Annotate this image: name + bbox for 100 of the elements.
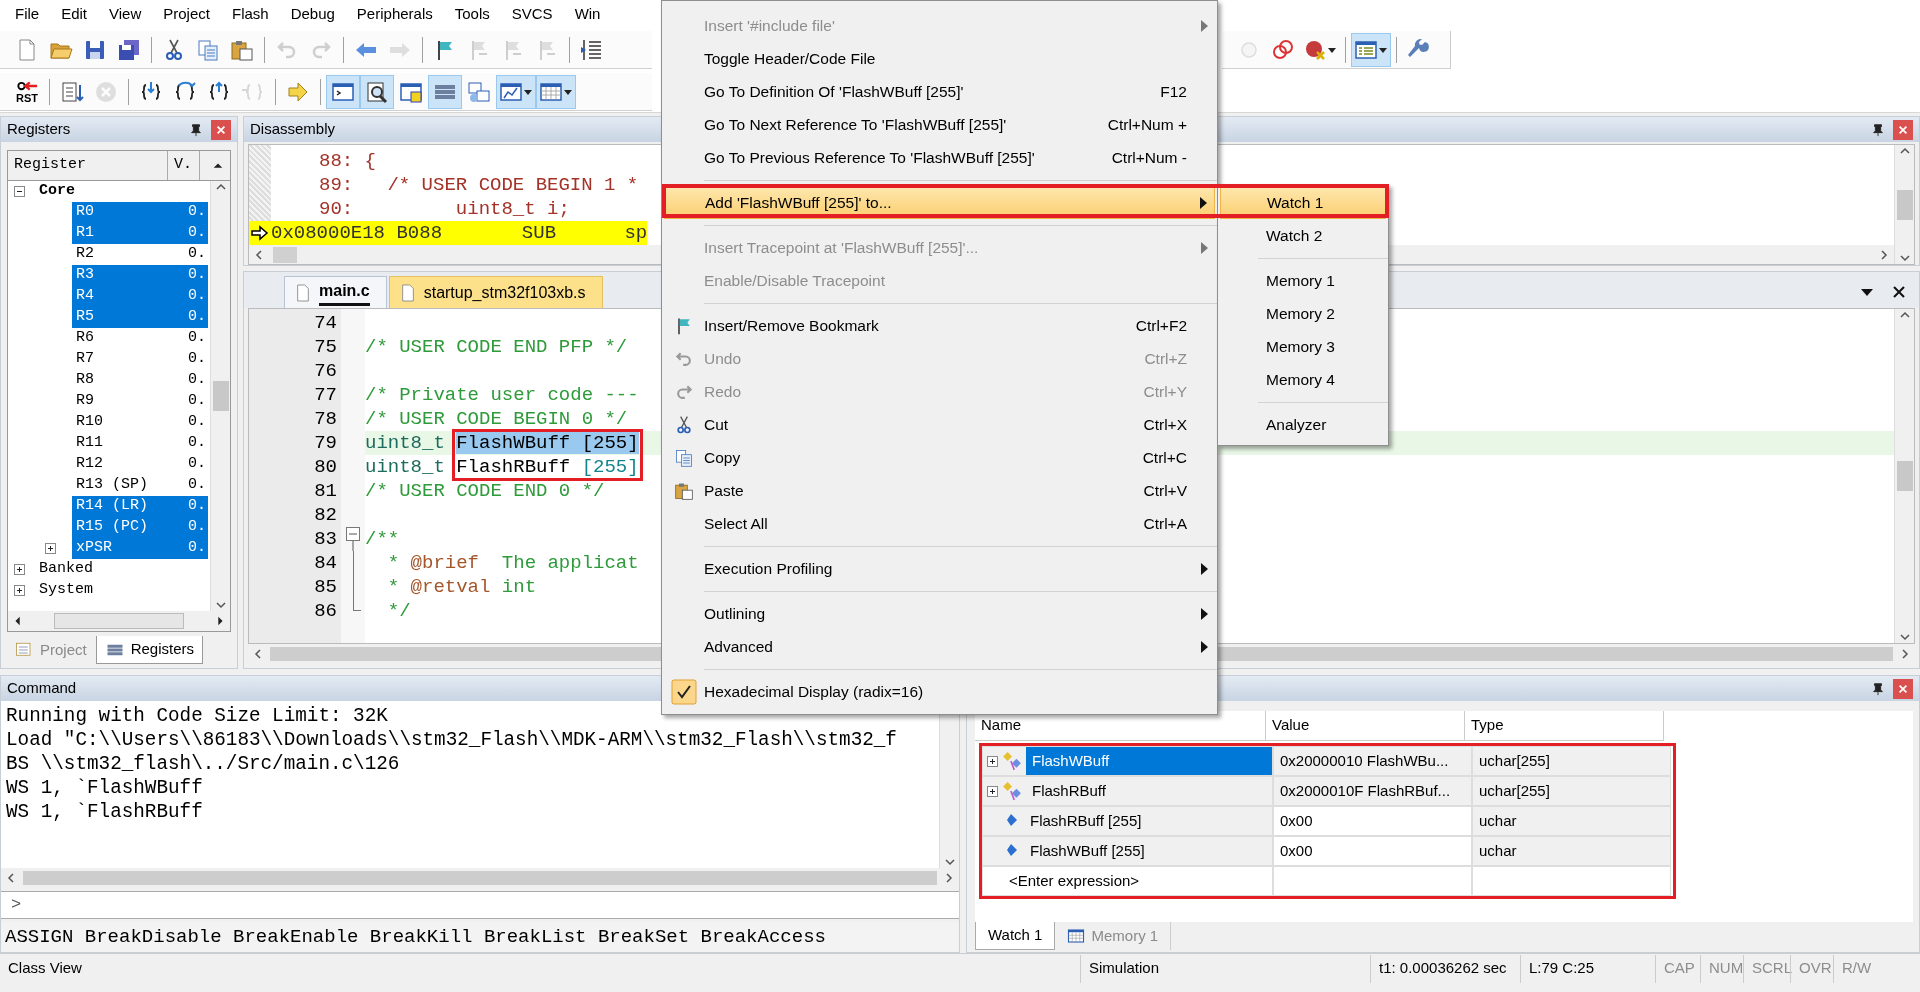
expand-icon[interactable] <box>987 755 998 767</box>
close-button[interactable] <box>1893 678 1913 699</box>
scroll-down-icon[interactable] <box>1898 631 1911 643</box>
collapse-icon[interactable] <box>14 186 25 197</box>
register-row[interactable]: xPSR 0. <box>72 538 208 559</box>
register-row[interactable]: R5 0. <box>72 307 208 328</box>
register-row[interactable]: R1 0. <box>72 223 208 244</box>
scroll-down-icon[interactable] <box>943 856 956 868</box>
scroll-right-icon[interactable] <box>943 872 955 884</box>
file-tab[interactable]: startup_stm32f103xb.s <box>388 276 603 308</box>
scroll-thumb[interactable] <box>212 381 229 411</box>
file-tab[interactable]: main.c <box>284 276 387 308</box>
expand-icon[interactable] <box>45 543 56 554</box>
scroll-down-icon[interactable] <box>214 599 227 611</box>
scroll-thumb[interactable] <box>1896 461 1913 491</box>
menu-item[interactable]: Edit <box>50 2 99 25</box>
menu-item[interactable]: Watch 2 <box>1220 219 1386 252</box>
menu-item[interactable]: Insert/Remove Bookmark Ctrl+F2 <box>664 309 1215 342</box>
menu-item[interactable]: Go To Next Reference To 'FlashWBuff [255]' Ctrl+Num + <box>664 108 1215 141</box>
register-row[interactable]: R3 0. <box>72 265 208 286</box>
window-list-button[interactable] <box>1351 32 1391 67</box>
vertical-scrollbar[interactable] <box>1894 309 1914 643</box>
menu-item[interactable]: Memory 3 <box>1220 330 1386 363</box>
register-row[interactable]: R14 (LR) 0. <box>72 496 208 517</box>
menu-item[interactable]: Go To Definition Of 'FlashWBuff [255]' F12 <box>664 75 1215 108</box>
command-window-button[interactable] <box>326 74 360 109</box>
menu-item[interactable]: Memory 4 <box>1220 363 1386 396</box>
tree-group[interactable]: Core <box>39 181 75 203</box>
menu-item[interactable]: Cut Ctrl+X <box>664 408 1215 441</box>
tree-group[interactable]: System <box>39 579 93 602</box>
panel-tab[interactable]: Watch 1 <box>975 922 1056 950</box>
column-header[interactable]: Type <box>1465 711 1664 741</box>
register-row[interactable]: R10 0. <box>72 412 208 433</box>
close-button[interactable] <box>211 119 231 140</box>
column-header[interactable]: V. <box>168 151 200 180</box>
horizontal-scrollbar[interactable] <box>8 611 230 631</box>
menu-item[interactable]: Memory 1 <box>1220 264 1386 297</box>
reset-button[interactable]: RST <box>10 74 44 109</box>
scroll-left-icon[interactable] <box>253 249 265 261</box>
menu-item[interactable]: Debug <box>279 2 346 25</box>
tree-group[interactable]: Banked <box>39 558 93 581</box>
menu-item[interactable]: Win <box>563 2 612 25</box>
register-row[interactable]: R13 (SP) 0. <box>72 475 208 496</box>
menu-item[interactable]: SVCS <box>500 2 564 25</box>
pin-icon[interactable] <box>1871 122 1885 137</box>
register-row[interactable]: R2 0. <box>72 244 208 265</box>
menu-item[interactable]: Memory 2 <box>1220 297 1386 330</box>
register-row[interactable]: R12 0. <box>72 454 208 475</box>
register-row[interactable]: R9 0. <box>72 391 208 412</box>
expand-icon[interactable] <box>14 564 25 575</box>
scroll-left-icon[interactable] <box>252 648 264 660</box>
register-value: 0. <box>188 349 207 370</box>
menu-item[interactable]: View <box>98 2 153 25</box>
close-button[interactable] <box>1893 119 1913 140</box>
watch-window-button[interactable] <box>496 74 536 109</box>
watch-name[interactable]: FlashWBuff <box>1026 747 1272 775</box>
menu-item[interactable]: Hexadecimal Display (radix=16) <box>664 675 1215 708</box>
menu-item[interactable]: Paste Ctrl+V <box>664 474 1215 507</box>
scroll-right-icon[interactable] <box>1878 249 1890 261</box>
menu-item[interactable]: Execution Profiling <box>664 552 1215 585</box>
memory-window-button[interactable] <box>536 74 576 109</box>
menu-item[interactable]: Copy Ctrl+C <box>664 441 1215 474</box>
menu-item[interactable]: Advanced <box>664 630 1215 663</box>
register-row[interactable]: R15 (PC) 0. <box>72 517 208 538</box>
close-icon[interactable] <box>1891 284 1907 300</box>
register-row[interactable]: R6 0. <box>72 328 208 349</box>
vertical-scrollbar[interactable] <box>1894 145 1914 264</box>
command-input[interactable]: > <box>1 891 959 919</box>
disassembly-window-button[interactable] <box>360 74 394 109</box>
registers-window-button[interactable] <box>428 74 462 109</box>
scroll-right-icon[interactable] <box>1899 648 1911 660</box>
menu-item[interactable]: Select All Ctrl+A <box>664 507 1215 540</box>
register-row[interactable]: R11 0. <box>72 433 208 454</box>
panel-tab[interactable]: Registers <box>95 636 204 664</box>
register-row[interactable]: R0 0. <box>72 202 208 223</box>
scroll-down-icon[interactable] <box>1898 252 1911 264</box>
scroll-left-icon[interactable] <box>5 872 17 884</box>
menu-item[interactable]: Flash <box>220 2 280 25</box>
register-row[interactable]: R7 0. <box>72 349 208 370</box>
menu-item[interactable]: Project <box>152 2 221 25</box>
expand-icon[interactable] <box>14 585 25 596</box>
register-row[interactable]: R8 0. <box>72 370 208 391</box>
column-header[interactable]: Register <box>8 151 168 180</box>
menu-item[interactable]: Tools <box>443 2 501 25</box>
menu-item[interactable]: Go To Previous Reference To 'FlashWBuff [255]' Ctrl+Num - <box>664 141 1215 174</box>
column-header[interactable]: Value <box>1266 711 1465 741</box>
pin-icon[interactable] <box>189 122 203 137</box>
console-line: WS 1, `FlashWBuff <box>6 776 204 800</box>
register-row[interactable]: R4 0. <box>72 286 208 307</box>
vertical-scrollbar[interactable] <box>210 181 230 611</box>
menu-item[interactable]: Analyzer <box>1220 408 1386 441</box>
register-name: xPSR <box>76 538 112 559</box>
expand-icon[interactable] <box>987 785 998 797</box>
menu-item[interactable]: Peripherals <box>345 2 444 25</box>
menu-item[interactable]: File <box>4 2 51 25</box>
scroll-thumb[interactable] <box>273 247 297 263</box>
pin-icon[interactable] <box>1871 681 1885 696</box>
menu-item[interactable]: Toggle Header/Code File <box>664 42 1215 75</box>
menu-item[interactable]: Outlining <box>664 597 1215 630</box>
scroll-thumb[interactable] <box>1896 189 1913 220</box>
